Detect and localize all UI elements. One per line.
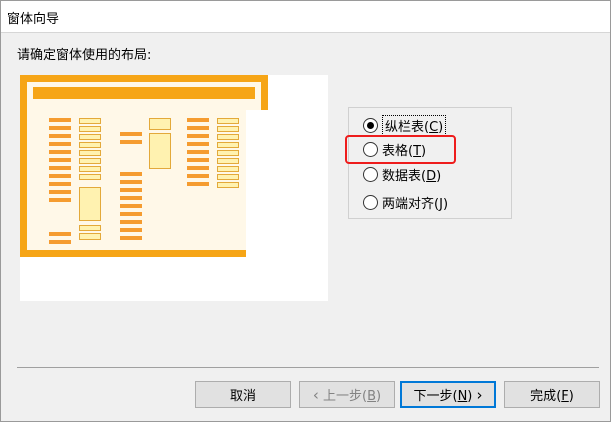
cancel-button[interactable]: 取消: [195, 381, 291, 408]
preview-label: [187, 118, 209, 122]
chevron-right-icon: ›: [476, 385, 483, 404]
preview-field: [79, 187, 101, 221]
preview-label: [120, 196, 142, 200]
preview-field: [217, 166, 239, 172]
layout-prompt: 请确定窗体使用的布局:: [17, 48, 152, 63]
next-button[interactable]: 下一步(N) ›: [400, 381, 496, 408]
preview-label: [187, 126, 209, 130]
title-bar: 窗体向导: [1, 1, 610, 33]
radio-justified[interactable]: 两端对齐(J): [363, 192, 448, 212]
preview-field: [79, 134, 101, 140]
chevron-left-icon: ‹: [312, 385, 319, 404]
preview-field: [149, 118, 171, 130]
preview-field: [217, 158, 239, 164]
preview-label: [187, 158, 209, 162]
next-button-label: 下一步(N): [413, 389, 473, 404]
preview-form-header: [33, 87, 255, 99]
preview-label: [187, 182, 209, 186]
preview-label: [49, 142, 71, 146]
preview-blank-area: [246, 110, 328, 301]
separator-line: [17, 367, 599, 368]
preview-field: [217, 118, 239, 124]
preview-field: [79, 233, 101, 240]
preview-label: [49, 134, 71, 138]
preview-label: [120, 204, 142, 208]
back-button-label: 上一步(B): [323, 389, 382, 404]
preview-field: [79, 174, 101, 180]
preview-field: [217, 182, 239, 188]
preview-label: [49, 158, 71, 162]
finish-button-label: 完成(F): [530, 389, 574, 404]
window-title: 窗体向导: [7, 12, 60, 27]
preview-label: [49, 198, 71, 202]
cancel-button-label: 取消: [229, 389, 256, 404]
preview-field: [79, 158, 101, 164]
preview-label: [187, 142, 209, 146]
preview-field: [79, 118, 101, 124]
preview-label: [120, 236, 142, 240]
preview-label: [49, 232, 71, 236]
option-label-justified: 两端对齐(J): [382, 196, 449, 212]
preview-field: [217, 126, 239, 132]
option-label-columnar: 纵栏表(C): [382, 114, 447, 136]
preview-field: [217, 134, 239, 140]
preview-label: [49, 174, 71, 178]
preview-field: [79, 166, 101, 172]
preview-field: [79, 142, 101, 148]
radio-datasheet[interactable]: 数据表(D): [363, 164, 441, 184]
annotation-highlight-box: [345, 135, 456, 164]
preview-label: [120, 180, 142, 184]
preview-label: [49, 150, 71, 154]
preview-label: [49, 182, 71, 186]
option-label-datasheet: 数据表(D): [382, 168, 442, 184]
preview-field: [79, 126, 101, 132]
radio-selected-icon[interactable]: [363, 117, 378, 133]
preview-label: [187, 166, 209, 170]
preview-label: [120, 140, 142, 144]
form-wizard-window: 窗体向导 请确定窗体使用的布局: 纵栏表(C) 表格(T) 数据表(D) 两端对…: [0, 0, 611, 422]
preview-field: [217, 150, 239, 156]
preview-label: [120, 132, 142, 136]
preview-label: [49, 166, 71, 170]
preview-label: [187, 150, 209, 154]
preview-label: [49, 118, 71, 122]
preview-field: [149, 133, 171, 169]
preview-label: [49, 126, 71, 130]
preview-form-sheet: [20, 75, 268, 257]
preview-label: [49, 240, 71, 244]
back-button[interactable]: ‹ 上一步(B): [299, 381, 395, 408]
preview-label: [120, 220, 142, 224]
radio-icon[interactable]: [363, 194, 378, 210]
preview-form-body: [27, 82, 261, 250]
preview-label: [120, 212, 142, 216]
preview-field: [217, 142, 239, 148]
layout-preview: [20, 75, 328, 301]
preview-label: [187, 174, 209, 178]
preview-label: [120, 228, 142, 232]
preview-field: [217, 174, 239, 180]
preview-label: [187, 134, 209, 138]
preview-label: [120, 172, 142, 176]
preview-field: [79, 150, 101, 156]
finish-button[interactable]: 完成(F): [504, 381, 600, 408]
preview-label: [120, 188, 142, 192]
preview-label: [49, 190, 71, 194]
radio-icon[interactable]: [363, 166, 378, 182]
radio-columnar[interactable]: 纵栏表(C): [363, 114, 447, 136]
preview-field: [79, 225, 101, 231]
